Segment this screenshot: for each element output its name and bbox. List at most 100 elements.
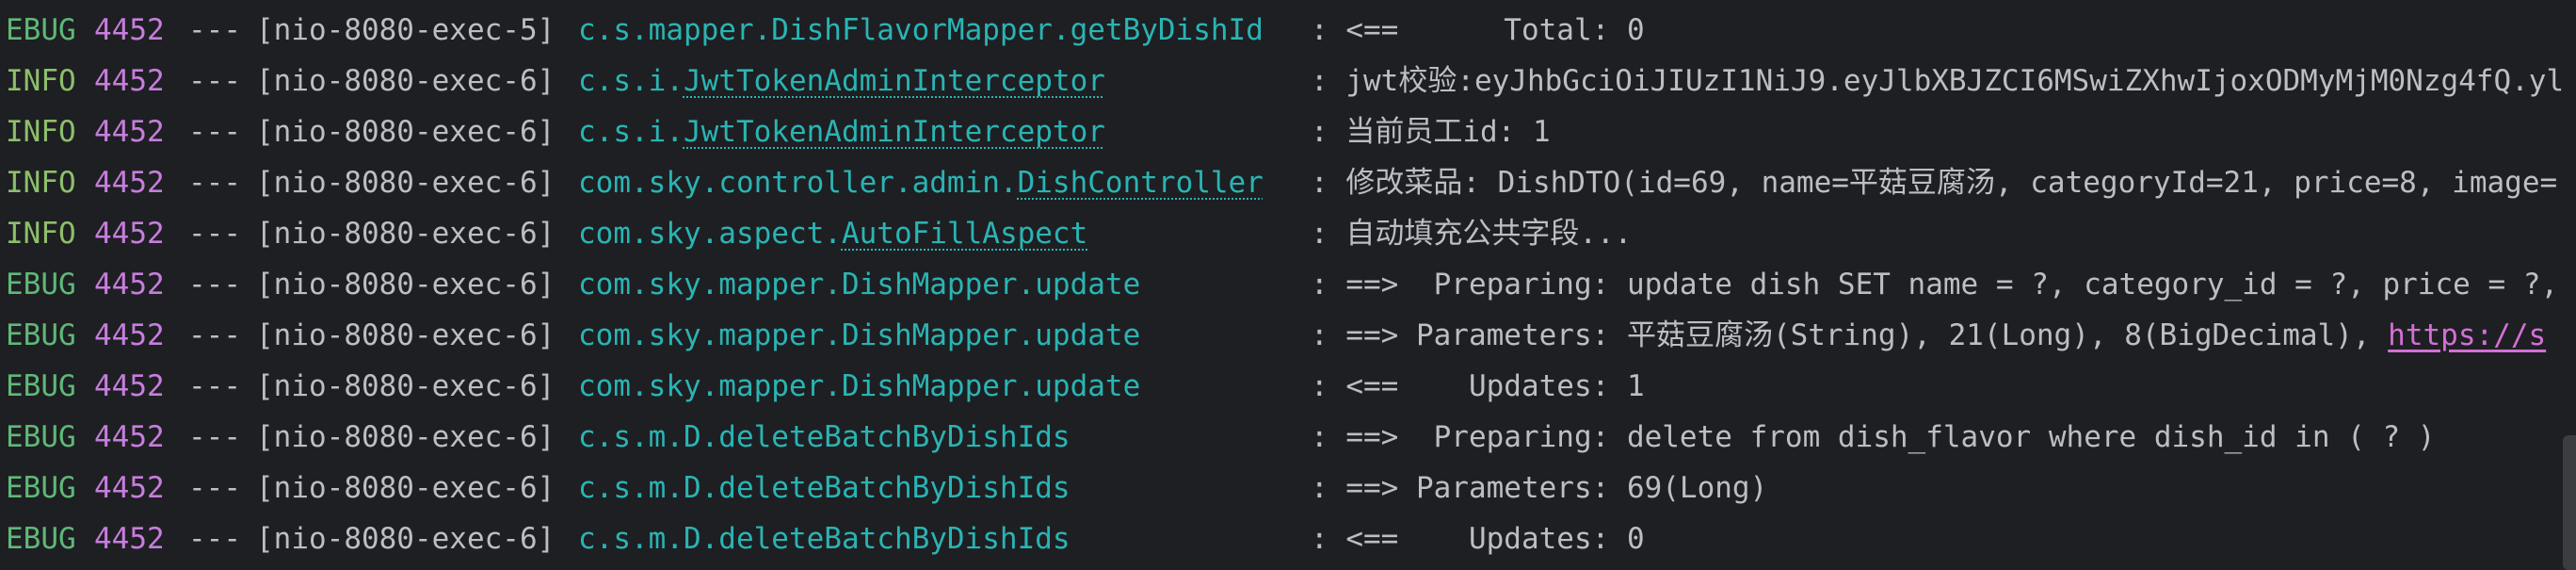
logger-prefix: c.s.m.D.deleteBatchByDishIds [578,471,1071,505]
log-level: INFO [6,115,76,149]
separator: --- [188,369,241,403]
logger-name: c.s.i.JwtTokenAdminInterceptor [578,106,1105,157]
logger-class-link[interactable]: JwtTokenAdminInterceptor [684,115,1105,149]
log-line[interactable]: EBUG 4452 --- [nio-8080-exec-5] c.s.mapper.D… [0,5,2576,56]
process-id: 4452 [94,64,165,98]
logger-prefix: com.sky.controller.admin. [578,166,1018,200]
log-line[interactable]: INFO 4452 --- [nio-8080-exec-6] c.s.i.JwtTok… [0,106,2576,157]
logger-prefix: c.s.i. [578,115,684,149]
separator: --- [188,64,241,98]
thread-name: [nio-8080-exec-6] [256,522,555,556]
process-id: 4452 [94,471,165,505]
process-id: 4452 [94,166,165,200]
logger-name: com.sky.mapper.DishMapper.update [578,259,1140,310]
thread-name: [nio-8080-exec-6] [256,166,555,200]
console-log-view[interactable]: EBUG 4452 --- [nio-8080-exec-5] c.s.mapper.D… [0,0,2576,570]
log-message: : 自动填充公共字段... [1311,208,1632,259]
thread-name: [nio-8080-exec-6] [256,217,555,251]
log-level: EBUG [6,13,76,47]
logger-prefix: com.sky.mapper.DishMapper.update [578,318,1141,352]
logger-class-link[interactable]: AutoFillAspect [842,217,1087,251]
log-line[interactable]: INFO 4452 --- [nio-8080-exec-6] com.sky.cont… [0,157,2576,208]
log-message: : ==> Preparing: update dish SET name = … [1311,259,2558,310]
process-id: 4452 [94,318,165,352]
log-message-text: : ==> Preparing: delete from dish_flavor… [1311,420,2436,454]
separator: --- [188,471,241,505]
process-id: 4452 [94,13,165,47]
process-id: 4452 [94,217,165,251]
logger-name: c.s.m.D.deleteBatchByDishIds [578,412,1071,463]
logger-class-link[interactable]: JwtTokenAdminInterceptor [684,64,1105,98]
log-message-text: : <== Total: 0 [1311,13,1645,47]
log-level: INFO [6,217,76,251]
log-message-text: : ==> Parameters: 平菇豆腐汤(String), 21(Long… [1311,318,2389,352]
logger-prefix: c.s.m.D.deleteBatchByDishIds [578,420,1071,454]
log-level: INFO [6,64,76,98]
logger-name: c.s.mapper.DishFlavorMapper.getByDishId [578,5,1264,56]
thread-name: [nio-8080-exec-6] [256,369,555,403]
logger-name: com.sky.mapper.DishMapper.update [578,361,1140,412]
log-message: : ==> Preparing: delete from dish_flavor… [1311,412,2435,463]
log-message: : <== Updates: 0 [1311,513,1645,564]
logger-name: com.sky.aspect.AutoFillAspect [578,208,1087,259]
log-level: EBUG [6,420,76,454]
process-id: 4452 [94,268,165,301]
log-message-text: : 修改菜品: DishDTO(id=69, name=平菇豆腐汤, categ… [1311,166,2558,200]
log-message-text: : <== Updates: 1 [1311,369,1645,403]
log-line[interactable]: EBUG 4452 --- [nio-8080-exec-6] com.sky.mapp… [0,361,2576,412]
logger-name: c.s.m.D.deleteBatchByDishIds [578,463,1071,513]
log-message-text: : jwt校验:eyJhbGciOiJIUzI1NiJ9.eyJlbXBJZCI… [1311,64,2565,98]
separator: --- [188,420,241,454]
log-message: : ==> Parameters: 69(Long) [1311,463,1767,513]
log-message-text: : <== Updates: 0 [1311,522,1645,556]
logger-prefix: c.s.mapper.DishFlavorMapper.getByDishId [578,13,1264,47]
logger-prefix: com.sky.mapper.DishMapper.update [578,369,1141,403]
process-id: 4452 [94,115,165,149]
log-message-text: : 当前员工id: 1 [1311,115,1551,149]
log-level: EBUG [6,522,76,556]
thread-name: [nio-8080-exec-6] [256,471,555,505]
logger-name: com.sky.mapper.DishMapper.update [578,310,1140,361]
separator: --- [188,522,241,556]
logger-prefix: c.s.i. [578,64,684,98]
separator: --- [188,115,241,149]
process-id: 4452 [94,369,165,403]
log-line[interactable]: INFO 4452 --- [nio-8080-exec-6] c.s.i.JwtTok… [0,56,2576,106]
log-message: : 当前员工id: 1 [1311,106,1551,157]
log-line[interactable]: EBUG 4452 --- [nio-8080-exec-6] com.sky.mapp… [0,310,2576,361]
thread-name: [nio-8080-exec-6] [256,318,555,352]
logger-class-link[interactable]: DishController [1018,166,1264,200]
process-id: 4452 [94,522,165,556]
separator: --- [188,166,241,200]
log-level: EBUG [6,471,76,505]
thread-name: [nio-8080-exec-5] [256,13,555,47]
log-line[interactable]: INFO 4452 --- [nio-8080-exec-6] com.sky.aspe… [0,208,2576,259]
thread-name: [nio-8080-exec-6] [256,268,555,301]
logger-name: com.sky.controller.admin.DishController [578,157,1264,208]
thread-name: [nio-8080-exec-6] [256,115,555,149]
thread-name: [nio-8080-exec-6] [256,420,555,454]
log-level: EBUG [6,268,76,301]
log-level: EBUG [6,369,76,403]
log-line[interactable]: EBUG 4452 --- [nio-8080-exec-6] c.s.m.D.dele… [0,463,2576,513]
logger-prefix: c.s.m.D.deleteBatchByDishIds [578,522,1071,556]
log-level: INFO [6,166,76,200]
log-line[interactable]: EBUG 4452 --- [nio-8080-exec-6] c.s.m.D.dele… [0,412,2576,463]
message-url-link[interactable]: https://s [2388,318,2546,352]
log-message: : jwt校验:eyJhbGciOiJIUzI1NiJ9.eyJlbXBJZCI… [1311,56,2564,106]
separator: --- [188,268,241,301]
log-line[interactable]: EBUG 4452 --- [nio-8080-exec-6] c.s.m.D.dele… [0,513,2576,564]
thread-name: [nio-8080-exec-6] [256,64,555,98]
log-message: : <== Total: 0 [1311,5,1645,56]
logger-name: c.s.m.D.deleteBatchByDishIds [578,513,1071,564]
log-line[interactable]: EBUG 4452 --- [nio-8080-exec-6] com.sky.mapp… [0,259,2576,310]
logger-prefix: com.sky.aspect. [578,217,842,251]
log-level: EBUG [6,318,76,352]
separator: --- [188,217,241,251]
separator: --- [188,318,241,352]
log-message: : ==> Parameters: 平菇豆腐汤(String), 21(Long… [1311,310,2546,361]
log-message-text: : ==> Parameters: 69(Long) [1311,471,1768,505]
separator: --- [188,13,241,47]
log-message: : <== Updates: 1 [1311,361,1645,412]
process-id: 4452 [94,420,165,454]
